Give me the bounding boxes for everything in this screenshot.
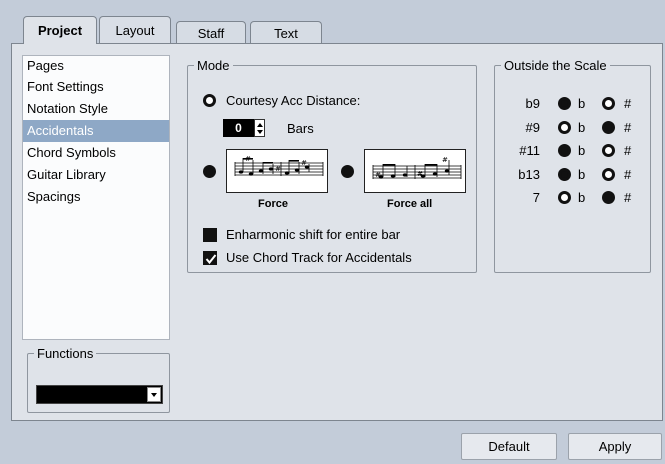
enharmonic-label: Enharmonic shift for entire bar: [226, 227, 401, 242]
interval-label: #11: [519, 143, 540, 158]
pages-title: Pages: [27, 58, 64, 73]
distance-value[interactable]: 0: [223, 119, 254, 137]
chord-track-label: Use Chord Track for Accidentals: [226, 250, 412, 265]
force-radio[interactable]: [203, 165, 216, 178]
apply-button[interactable]: Apply: [568, 433, 662, 460]
enharmonic-checkbox[interactable]: [203, 228, 217, 242]
tab-staff[interactable]: Staff: [176, 21, 246, 44]
flat-radio[interactable]: [558, 97, 571, 110]
stepper-arrows[interactable]: [254, 119, 265, 137]
interval-label: #9: [525, 120, 540, 135]
sharp-radio[interactable]: [602, 121, 615, 134]
flat-label: b: [578, 143, 586, 158]
sharp-radio[interactable]: [602, 168, 615, 181]
outside-scale-title: Outside the Scale: [504, 58, 607, 73]
page-item-chord-symbols[interactable]: Chord Symbols: [23, 142, 169, 164]
sharp-radio[interactable]: [602, 191, 615, 204]
force-all-staff-icon: # # #: [372, 156, 462, 179]
svg-text:#: #: [301, 159, 307, 167]
sharp-radio[interactable]: [602, 97, 615, 110]
flat-label: b: [578, 167, 586, 182]
chord-track-checkbox[interactable]: [203, 251, 217, 265]
sharp-label: #: [624, 96, 632, 111]
page-item-font-settings[interactable]: Font Settings: [23, 76, 169, 98]
tab-layout-label: Layout: [115, 22, 155, 38]
tab-text-label: Text: [274, 25, 298, 41]
sharp-label: #: [624, 143, 632, 158]
force-all-notation-preview[interactable]: # # #: [364, 149, 466, 193]
force-notation-preview[interactable]: # # #: [226, 149, 328, 193]
svg-text:#: #: [442, 156, 448, 164]
pages-list: Pages Font Settings Notation Style Accid…: [22, 55, 170, 340]
stepper-up-icon[interactable]: [257, 123, 263, 127]
sharp-radio[interactable]: [602, 144, 615, 157]
courtesy-acc-radio[interactable]: [203, 94, 216, 107]
tab-project[interactable]: Project: [23, 16, 97, 44]
interval-label: 7: [532, 190, 540, 205]
functions-title: Functions: [37, 346, 94, 361]
force-staff-icon: # # #: [234, 155, 324, 176]
flat-label: b: [578, 190, 586, 205]
chevron-down-icon[interactable]: [147, 387, 161, 402]
tab-layout[interactable]: Layout: [99, 16, 171, 43]
force-all-label: Force all: [387, 198, 433, 210]
tab-text[interactable]: Text: [250, 21, 322, 44]
page-item-spacings[interactable]: Spacings: [23, 186, 169, 208]
tab-project-label: Project: [37, 23, 83, 38]
distance-stepper[interactable]: 0: [223, 119, 265, 137]
mode-title: Mode: [197, 58, 230, 73]
svg-text:#: #: [375, 171, 381, 179]
sharp-label: #: [624, 167, 632, 182]
default-button-label: Default: [488, 439, 530, 454]
svg-text:#: #: [245, 155, 251, 163]
default-button[interactable]: Default: [461, 433, 557, 460]
tab-staff-label: Staff: [197, 25, 225, 41]
flat-radio[interactable]: [558, 168, 571, 181]
bars-label: Bars: [287, 121, 314, 136]
flat-radio[interactable]: [558, 144, 571, 157]
force-label: Force: [258, 198, 288, 210]
svg-text:#: #: [275, 165, 281, 173]
force-all-radio[interactable]: [341, 165, 354, 178]
outside-scale-group: Outside the Scale: [494, 58, 651, 273]
checkmark-icon: [205, 254, 217, 265]
courtesy-acc-label: Courtesy Acc Distance:: [226, 93, 361, 108]
stepper-down-icon[interactable]: [257, 130, 263, 134]
flat-label: b: [578, 96, 586, 111]
page-item-guitar-library[interactable]: Guitar Library: [23, 164, 169, 186]
functions-dropdown[interactable]: [36, 385, 163, 404]
flat-label: b: [578, 120, 586, 135]
apply-button-label: Apply: [598, 439, 632, 454]
flat-radio[interactable]: [558, 191, 571, 204]
flat-radio[interactable]: [558, 121, 571, 134]
svg-text:#: #: [417, 170, 423, 178]
sharp-label: #: [624, 190, 632, 205]
page-item-accidentals[interactable]: Accidentals: [23, 120, 169, 142]
page-item-notation-style[interactable]: Notation Style: [23, 98, 169, 120]
sharp-label: #: [624, 120, 632, 135]
interval-label: b13: [518, 167, 540, 182]
interval-label: b9: [525, 96, 540, 111]
